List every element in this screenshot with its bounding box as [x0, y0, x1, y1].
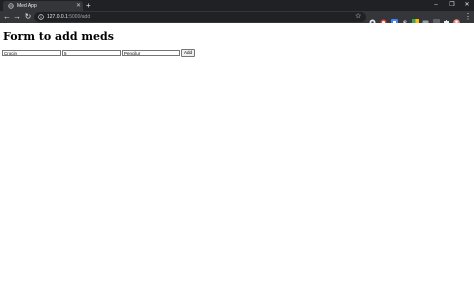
extension-icon-1[interactable] — [369, 13, 376, 26]
tab-close-icon[interactable]: ✕ — [76, 1, 81, 11]
info-icon[interactable] — [38, 14, 44, 20]
window-close-icon[interactable]: ✕ — [462, 0, 472, 10]
extension-icon-6[interactable] — [422, 13, 429, 25]
extension-icon-3[interactable] — [391, 13, 398, 26]
bookmark-star-icon[interactable]: ☆ — [355, 12, 361, 22]
profile-icon[interactable] — [453, 13, 460, 26]
extension-icon-7[interactable] — [433, 13, 440, 26]
reload-icon[interactable]: ↻ — [23, 12, 33, 22]
extensions-puzzle-icon[interactable] — [443, 13, 450, 25]
minimize-icon[interactable]: – — [431, 0, 441, 10]
med-name-input[interactable] — [2, 50, 61, 56]
extension-icon-4[interactable]: S — [402, 13, 409, 27]
browser-toolbar: ← → ↻ 127.0.0.1:5000/add ☆ S ⋮ — [0, 11, 474, 27]
browser-tab-strip: Med App ✕ + – ❐ ✕ — [0, 0, 474, 11]
address-bar[interactable]: 127.0.0.1:5000/add ☆ — [34, 12, 366, 22]
globe-icon — [8, 3, 14, 9]
url-path: :5000/add — [67, 14, 91, 20]
url-text: 127.0.0.1:5000/add — [47, 13, 90, 21]
maximize-icon[interactable]: ❐ — [447, 0, 457, 10]
url-host: 127.0.0.1 — [47, 14, 68, 20]
browser-menu-icon[interactable]: ⋮ — [464, 11, 472, 23]
back-icon[interactable]: ← — [2, 12, 12, 22]
med-detail-input[interactable] — [122, 50, 180, 56]
page-title: Form to add meds — [3, 30, 114, 43]
extension-icon-5[interactable] — [412, 13, 419, 26]
tab-title: Med App — [17, 3, 37, 9]
forward-icon[interactable]: → — [12, 12, 22, 22]
page-content: Form to add meds Add — [0, 23, 474, 283]
new-tab-icon[interactable]: + — [86, 0, 91, 11]
extension-icon-2[interactable] — [380, 13, 387, 26]
browser-tab[interactable]: Med App ✕ — [3, 1, 83, 11]
med-quantity-input[interactable] — [62, 50, 121, 56]
add-button[interactable]: Add — [181, 49, 195, 57]
